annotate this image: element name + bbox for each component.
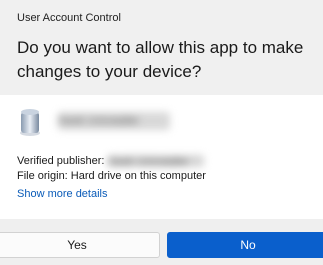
- dialog-footer: Yes No: [0, 219, 323, 265]
- dialog-header: User Account Control Do you want to allo…: [0, 0, 323, 95]
- dialog-caption: User Account Control: [17, 12, 121, 24]
- no-button[interactable]: No: [167, 232, 323, 258]
- app-name: Geek Uninstaller: [58, 112, 170, 130]
- origin-row: File origin: Hard drive on this computer: [17, 169, 206, 184]
- origin-value: Hard drive on this computer: [70, 170, 206, 182]
- publisher-value: Geek Uninstaller: [107, 155, 204, 168]
- origin-label: File origin:: [17, 170, 71, 182]
- app-icon: [20, 109, 40, 136]
- publisher-label: Verified publisher:: [17, 155, 108, 167]
- uac-dialog: User Account Control Do you want to allo…: [0, 0, 323, 265]
- show-more-details-link[interactable]: Show more details: [17, 188, 108, 200]
- publisher-row: Verified publisher: Geek Uninstaller: [17, 154, 206, 169]
- dialog-question: Do you want to allow this app to make ch…: [17, 38, 304, 81]
- publisher-details: Verified publisher: Geek Uninstaller Fil…: [17, 154, 206, 184]
- yes-button[interactable]: Yes: [0, 232, 160, 258]
